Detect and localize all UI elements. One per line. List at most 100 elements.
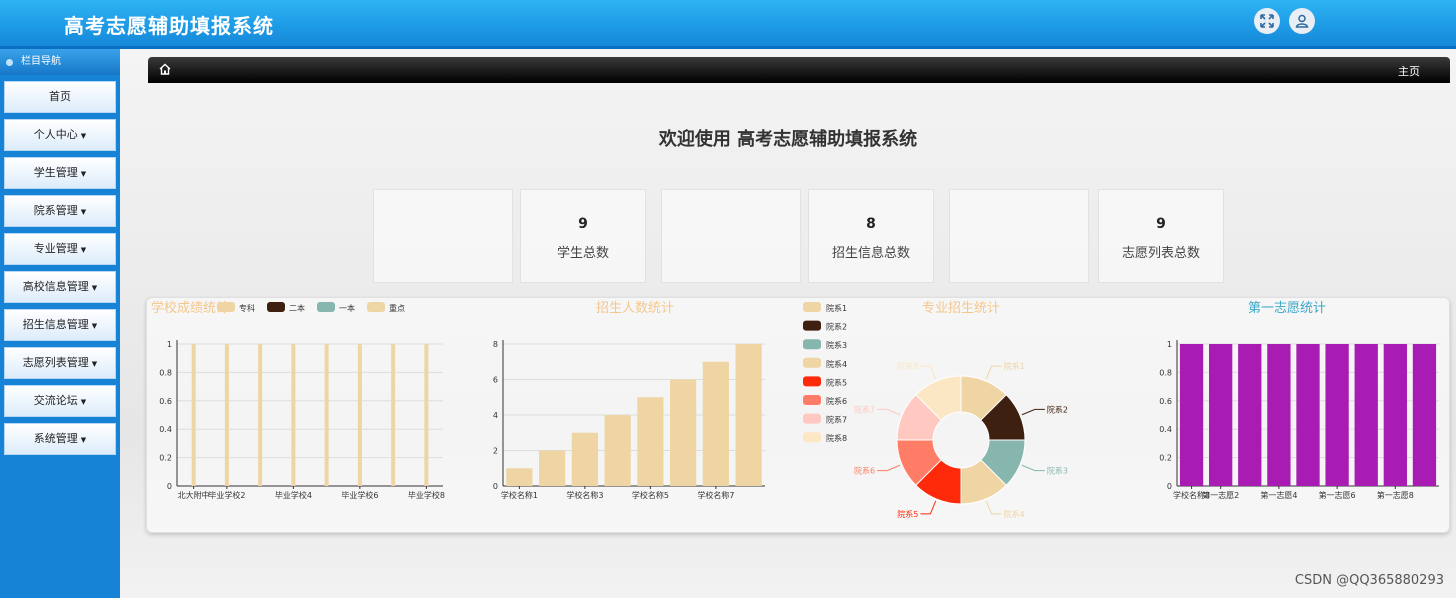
sidebar-item-volunteer-list[interactable]: 志愿列表管理 ▼ [4, 347, 116, 379]
y-tick-label: 1 [1167, 340, 1172, 349]
top-header: 高考志愿辅助填报系统 [0, 0, 1456, 49]
bar [604, 415, 631, 486]
user-icon [1295, 14, 1309, 28]
caret-down-icon: ▼ [80, 246, 87, 254]
pie-label: 院系1 [1004, 361, 1025, 371]
sidebar-heading: 栏目导航 [0, 49, 120, 75]
stat-label: 招生信息总数 [831, 246, 910, 261]
x-tick-label: 北大附中 [178, 490, 210, 500]
stat-value: 9 [578, 216, 588, 232]
app-title: 高考志愿辅助填报系统 [64, 14, 274, 38]
pie-label-line [920, 500, 937, 515]
sidebar-item-label: 交流论坛 [33, 394, 78, 407]
legend-swatch [803, 395, 821, 405]
stat-value: 9 [1156, 216, 1166, 232]
breadcrumb: 主页 [148, 57, 1450, 83]
legend-label: 院系7 [826, 415, 847, 425]
sidebar-item-label: 院系管理 [33, 204, 78, 217]
bar [424, 344, 429, 486]
sidebar-item-label: 专业管理 [33, 242, 78, 255]
pie-label: 院系3 [1047, 466, 1068, 476]
bar [670, 379, 697, 486]
sidebar: 栏目导航 首页 个人中心 ▼ 学生管理 ▼ 院系管理 ▼ 专业管理 ▼ 高校信息管理 ▼ … [0, 49, 120, 598]
chart-title: 专业招生统计 [922, 301, 1000, 316]
stat-card-image [949, 189, 1089, 283]
y-tick-label: 0.6 [1159, 397, 1172, 406]
sidebar-item-system[interactable]: 系统管理 ▼ [4, 423, 116, 455]
x-tick-label: 第一志愿8 [1377, 490, 1414, 500]
charts-canvas: 学校成绩统计 专科 二本 一本 重点00.20.40.60.81北大附中毕业学校2 毕业学… [151, 300, 1439, 519]
y-tick-label: 8 [493, 340, 498, 349]
bar [1354, 344, 1378, 486]
pie-label: 院系4 [1004, 509, 1025, 519]
sidebar-item-students[interactable]: 学生管理 ▼ [4, 157, 116, 189]
bar [324, 344, 329, 486]
x-tick-label: 学校名称1 [501, 490, 538, 500]
fullscreen-button[interactable] [1254, 8, 1280, 34]
y-tick-label: 0.4 [159, 425, 172, 434]
home-icon[interactable] [158, 62, 172, 76]
bar [1296, 344, 1320, 486]
sidebar-item-personal-center[interactable]: 个人中心 ▼ [4, 119, 116, 151]
caret-down-icon: ▼ [80, 398, 87, 406]
x-tick-label: 学校名称5 [632, 490, 669, 500]
bar [224, 344, 229, 486]
bar [506, 468, 533, 486]
caret-down-icon: ▼ [80, 436, 87, 444]
pie-label-line [985, 500, 1002, 515]
watermark: CSDN @QQ365880293 [1294, 573, 1444, 588]
x-tick-label: 毕业学校4 [275, 490, 312, 500]
y-tick-label: 0.8 [1159, 368, 1172, 377]
x-tick-label: 学校名称7 [697, 490, 734, 500]
user-button[interactable] [1289, 8, 1315, 34]
legend-label: 专科 [239, 303, 255, 313]
expand-icon [1260, 14, 1274, 28]
sidebar-item-label: 志愿列表管理 [22, 356, 89, 369]
legend-swatch [803, 432, 821, 443]
x-tick-label: 第一志愿6 [1319, 490, 1356, 500]
y-tick-label: 4 [493, 411, 498, 420]
x-tick-label: 毕业学校8 [408, 490, 445, 500]
stat-card-volunteers: 9 志愿列表总数 [1098, 189, 1224, 283]
sidebar-item-majors[interactable]: 专业管理 ▼ [4, 233, 116, 265]
sidebar-item-universities[interactable]: 高校信息管理 ▼ [4, 271, 116, 303]
x-tick-label: 第一志愿4 [1260, 490, 1297, 500]
stat-card-image [373, 189, 513, 283]
pie-label: 院系2 [1047, 404, 1068, 414]
bar [1209, 344, 1233, 486]
pie-label-line [920, 365, 937, 380]
bar [357, 344, 362, 486]
legend-swatch [803, 413, 821, 424]
y-tick-label: 6 [493, 376, 498, 385]
pie-label-line [985, 365, 1002, 380]
legend-swatch [803, 320, 821, 331]
y-tick-label: 0 [167, 482, 172, 491]
bar [1383, 344, 1407, 486]
sidebar-item-forum[interactable]: 交流论坛 ▼ [4, 385, 116, 417]
y-tick-label: 0.4 [1159, 425, 1172, 434]
y-tick-label: 0 [1167, 482, 1172, 491]
y-tick-label: 0 [493, 482, 498, 491]
sidebar-item-home[interactable]: 首页 [4, 81, 116, 113]
pie-label: 院系7 [854, 404, 875, 414]
legend-label: 院系8 [826, 433, 847, 443]
breadcrumb-current[interactable]: 主页 [1398, 63, 1420, 79]
sidebar-item-enrollment[interactable]: 招生信息管理 ▼ [4, 309, 116, 341]
welcome-title: 欢迎使用 高考志愿辅助填报系统 [658, 129, 918, 150]
sidebar-item-departments[interactable]: 院系管理 ▼ [4, 195, 116, 227]
sidebar-heading-label: 栏目导航 [21, 56, 61, 67]
y-tick-label: 0.2 [159, 454, 172, 463]
legend-swatch [317, 302, 335, 312]
chart-title: 第一志愿统计 [1248, 301, 1326, 316]
legend-swatch [803, 302, 821, 312]
legend-swatch [367, 302, 385, 312]
legend-label: 一本 [339, 303, 355, 313]
legend-swatch [803, 357, 821, 368]
bar [1325, 344, 1349, 486]
legend-swatch [803, 339, 821, 350]
sidebar-item-label: 个人中心 [33, 128, 78, 141]
pie-label-line [877, 408, 901, 416]
caret-down-icon: ▼ [91, 322, 98, 330]
bar [291, 344, 296, 486]
caret-down-icon: ▼ [80, 132, 87, 140]
